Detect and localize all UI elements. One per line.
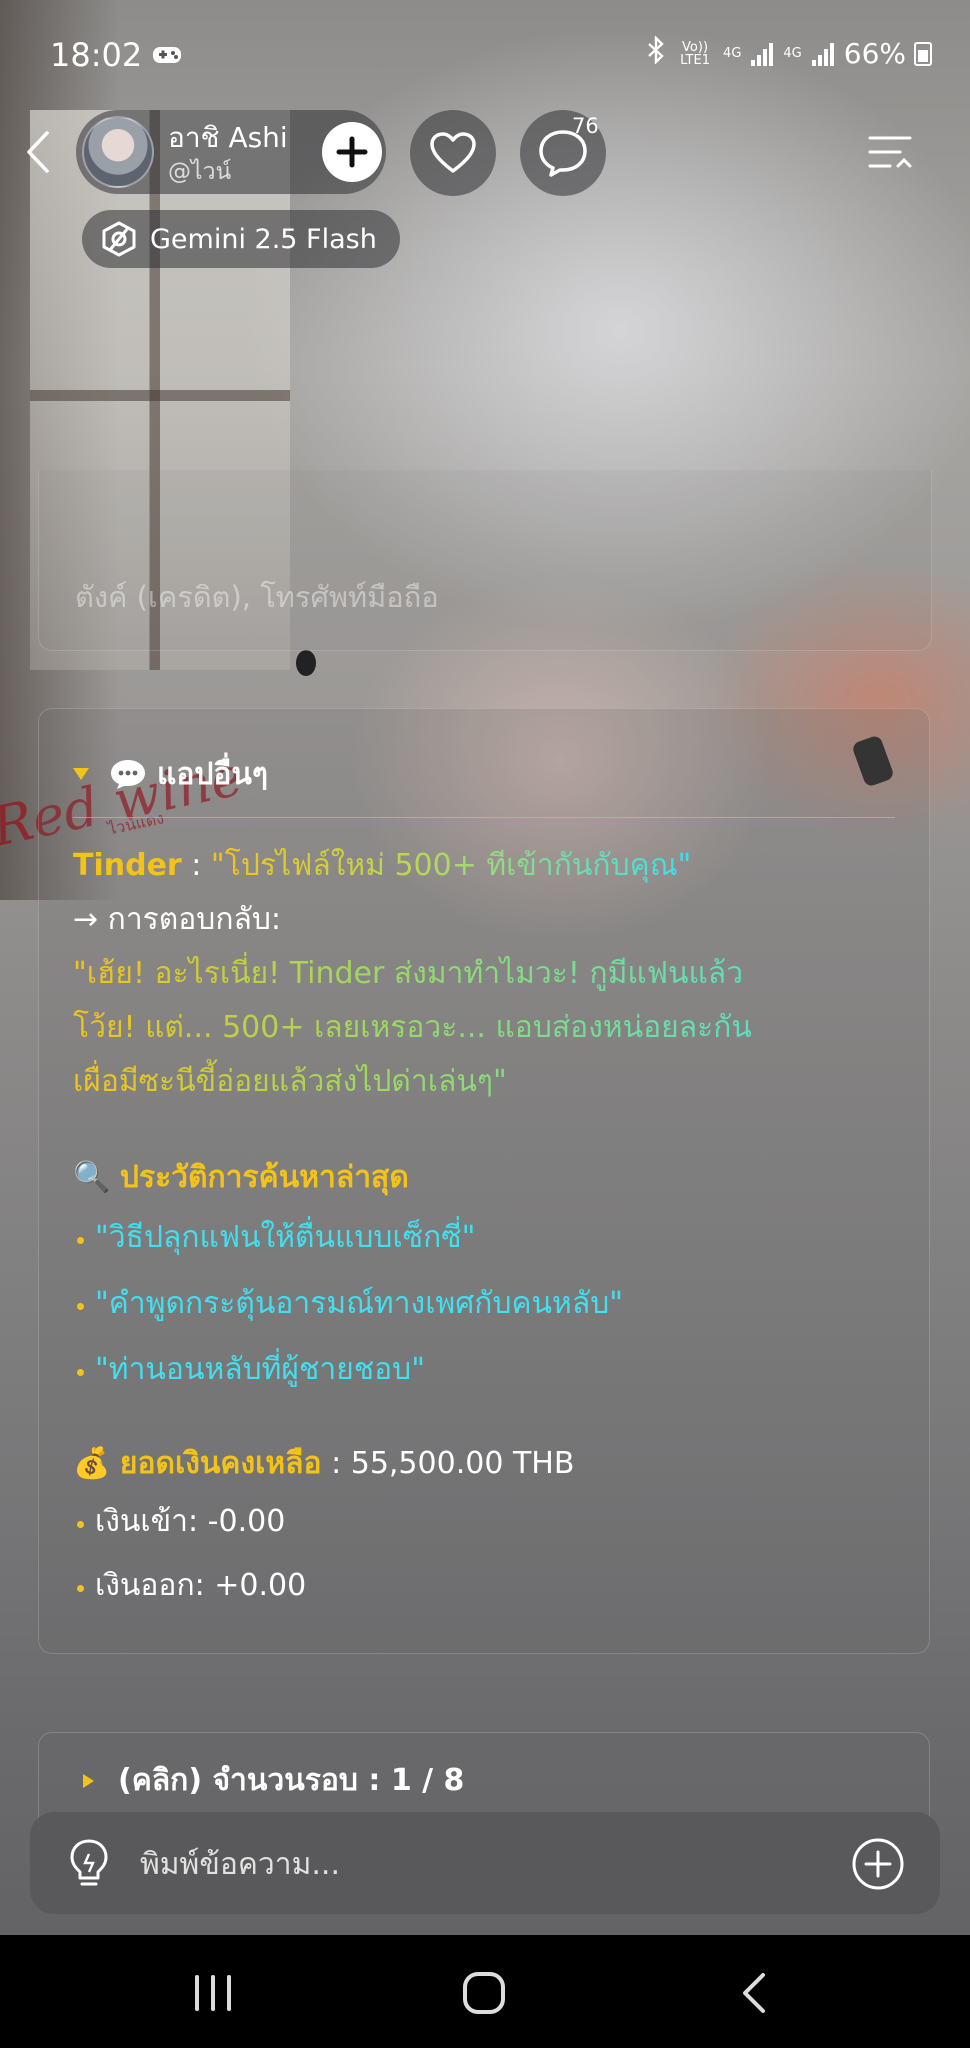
navigation-bar	[0, 1935, 970, 2048]
home-button[interactable]	[454, 1967, 514, 2019]
comment-count: 76	[572, 114, 599, 138]
search-item: "วิธีปลุกแฟนให้ตื่นแบบเซ็กซี่"	[73, 1211, 899, 1265]
plus-icon	[336, 136, 368, 168]
status-indicators: Vo)) LTE1 4G 4G 66%	[645, 35, 932, 71]
tinder-notification: Tinder : "โปรไฟล์ใหม่ 500+ ที่เข้ากันกับ…	[73, 839, 899, 893]
system-back-button[interactable]	[724, 1967, 784, 2019]
tinder-separator: :	[181, 848, 211, 883]
battery-percent: 66%	[843, 37, 906, 70]
character-profile[interactable]: อาชิ Ashi @ไวน์	[76, 110, 386, 194]
list-menu-icon	[868, 136, 912, 168]
recent-apps-icon	[195, 1975, 231, 2011]
menu-button[interactable]	[866, 130, 916, 176]
chevron-left-icon	[27, 131, 49, 173]
section-toggle[interactable]: แอปอื่นๆ	[73, 749, 268, 799]
magnifier-icon: 🔍	[73, 1160, 111, 1195]
heart-icon	[430, 132, 476, 173]
section-divider	[73, 817, 895, 818]
search-item: "คำพูดกระตุ้นอารมณ์ทางเพศกับคนหลับ"	[73, 1277, 899, 1331]
follow-button[interactable]	[322, 122, 382, 182]
model-selector[interactable]: Gemini 2.5 Flash	[82, 210, 400, 268]
signal-icon-1	[749, 42, 775, 66]
collapse-arrow-icon	[73, 768, 89, 780]
reply-line-1: "เฮ้ย! อะไรเนี่ย! Tinder ส่งมาทำไมวะ! กู…	[73, 947, 899, 1001]
balance-value: : 55,500.00 THB	[321, 1446, 575, 1481]
reply-line-3: เผื่อมีซะนีขี้อ่อยแล้วส่งไปด่าเล่นๆ"	[73, 1055, 899, 1109]
round-count-label: (คลิก) จำนวนรอบ : 1 / 8	[118, 1763, 465, 1798]
previous-card-text: ตังค์ (เครดิต), โทรศัพท์มือถือ	[75, 580, 439, 614]
expand-arrow-icon	[83, 1773, 94, 1788]
network-label-2: 4G	[783, 46, 802, 61]
profile-handle: @ไวน์	[168, 159, 232, 185]
expense-row: เงินออก: +0.00	[73, 1559, 899, 1613]
add-circle-icon[interactable]	[850, 1836, 906, 1892]
balance-label: ยอดเงินคงเหลือ	[119, 1446, 322, 1481]
network-label-1: 4G	[723, 46, 742, 61]
reply-line-2: โว้ย! แต่... 500+ เลยเหรอวะ... แอบส่องหน…	[73, 1001, 899, 1055]
back-arrow-icon	[743, 1973, 765, 2013]
bluetooth-icon	[645, 35, 667, 71]
income-row: เงินเข้า: -0.00	[73, 1495, 899, 1549]
status-time: 18:02	[50, 36, 143, 74]
section-label: แอปอื่นๆ	[157, 756, 269, 792]
message-composer	[30, 1812, 940, 1914]
tinder-label: Tinder	[73, 848, 182, 883]
model-switch-icon	[100, 220, 138, 258]
tinder-message: "โปรไฟล์ใหม่ 500+ ที่เข้ากันกับคุณ"	[210, 848, 692, 883]
home-icon	[463, 1972, 505, 2014]
card-content: Tinder : "โปรไฟล์ใหม่ 500+ ที่เข้ากันกับ…	[73, 839, 899, 1613]
earring-left	[296, 650, 316, 676]
search-history-title: 🔍 ประวัติการค้นหาล่าสุด	[73, 1151, 899, 1205]
speech-bubble-icon	[111, 760, 145, 789]
reply-label: → การตอบกลับ:	[73, 902, 282, 937]
search-history-label: ประวัติการค้นหาล่าสุด	[119, 1160, 409, 1195]
balance-row: 💰 ยอดเงินคงเหลือ : 55,500.00 THB	[73, 1437, 899, 1491]
previous-status-card: ตังค์ (เครดิต), โทรศัพท์มือถือ	[38, 470, 932, 651]
other-apps-card: แอปอื่นๆ Tinder : "โปรไฟล์ใหม่ 500+ ที่เ…	[38, 708, 930, 1654]
signal-icon-2	[810, 42, 836, 66]
search-item: "ท่านอนหลับที่ผู้ชายชอบ"	[73, 1343, 899, 1397]
game-controller-icon	[152, 44, 182, 72]
money-bag-icon: 💰	[73, 1446, 111, 1481]
lightbulb-icon[interactable]	[62, 1836, 116, 1890]
recent-apps-button[interactable]	[183, 1967, 243, 2019]
back-button[interactable]	[18, 128, 58, 176]
volte-label: Vo)) LTE1	[680, 39, 710, 68]
model-label: Gemini 2.5 Flash	[150, 223, 377, 255]
like-button[interactable]	[410, 110, 496, 196]
avatar[interactable]	[82, 116, 154, 188]
round-count-toggle[interactable]: (คลิก) จำนวนรอบ : 1 / 8	[83, 1757, 464, 1804]
status-bar: 18:02 Vo)) LTE1 4G 4G 66%	[0, 35, 970, 80]
message-input[interactable]	[138, 1838, 842, 1890]
battery-icon	[914, 41, 932, 66]
